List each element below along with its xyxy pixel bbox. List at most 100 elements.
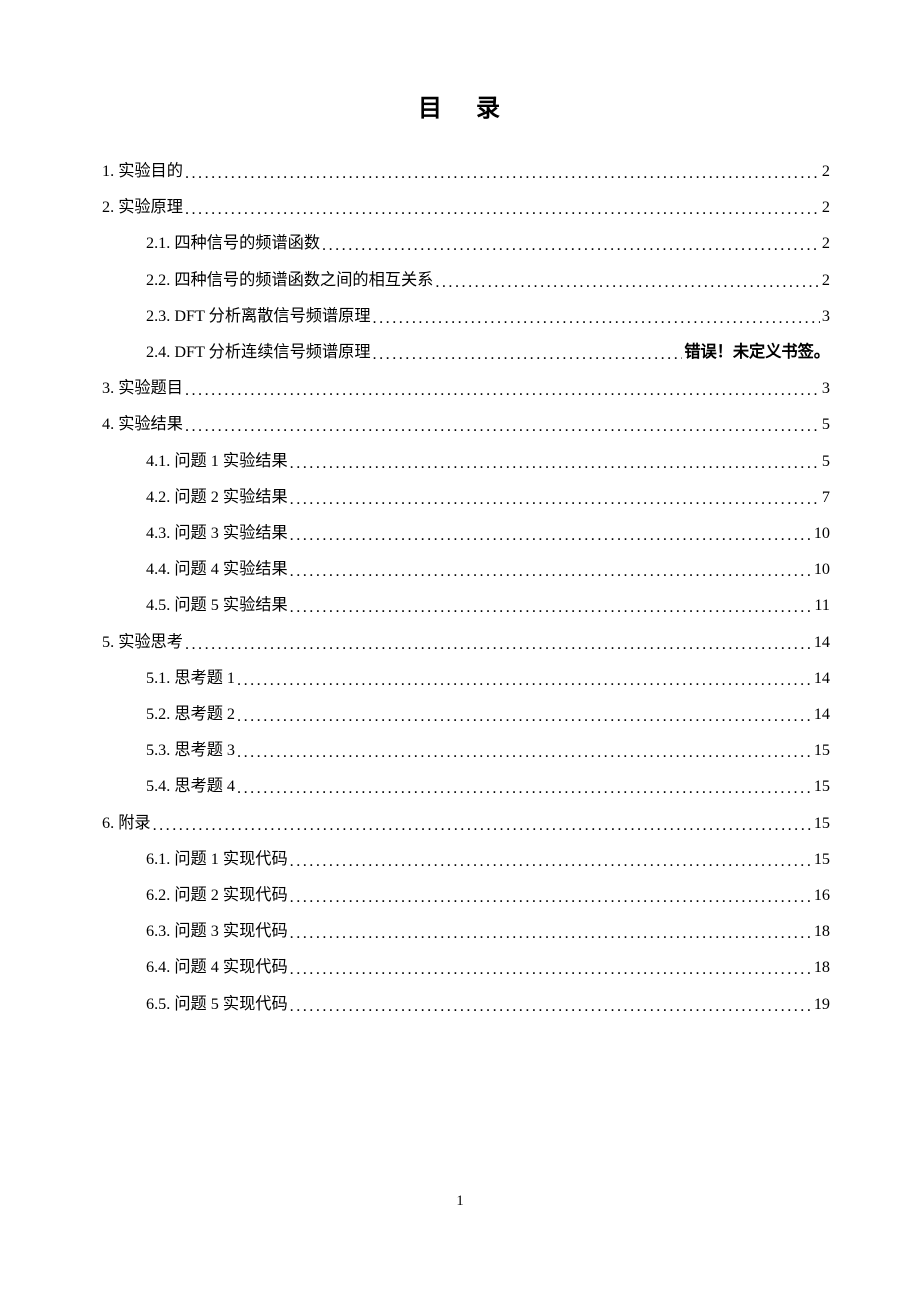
toc-entry[interactable]: 6.5. 问题 5 实现代码 19 — [102, 986, 830, 1022]
toc-error-bookmark: 错误！未定义书签。 — [684, 344, 830, 360]
toc-entry[interactable]: 4.3. 问题 3 实验结果 10 — [102, 515, 830, 551]
toc-entry[interactable]: 6.1. 问题 1 实现代码 15 — [102, 841, 830, 877]
toc-entry-label: 4. 实验结果 — [102, 416, 183, 432]
toc-entry-label: 6.2. 问题 2 实现代码 — [146, 887, 288, 903]
toc-entry-page: 2 — [822, 272, 830, 288]
toc-entry-page: 2 — [822, 199, 830, 215]
toc-entry[interactable]: 2.4. DFT 分析连续信号频谱原理 错误！未定义书签。 — [102, 334, 830, 370]
toc-entry[interactable]: 2.1. 四种信号的频谱函数 2 — [102, 225, 830, 261]
toc-entry-label: 6.4. 问题 4 实现代码 — [146, 959, 288, 975]
toc-leader-dots — [185, 165, 820, 181]
toc-entry-page: 3 — [822, 380, 830, 396]
toc-leader-dots — [290, 599, 813, 615]
toc-title: 目 录 — [102, 88, 830, 123]
toc-entry-label: 5.3. 思考题 3 — [146, 742, 235, 758]
toc-entry-page: 14 — [814, 670, 830, 686]
toc-leader-dots — [185, 418, 820, 434]
toc-entry-label: 4.3. 问题 3 实验结果 — [146, 525, 288, 541]
toc-leader-dots — [290, 998, 812, 1014]
toc-leader-dots — [237, 744, 812, 760]
toc-entry[interactable]: 5.3. 思考题 3 15 — [102, 732, 830, 768]
toc-entry-page: 15 — [814, 815, 830, 831]
toc-leader-dots — [290, 527, 812, 543]
toc-entry-page: 3 — [822, 308, 830, 324]
toc-entry-page: 18 — [814, 959, 830, 975]
toc-entry[interactable]: 4.4. 问题 4 实验结果 10 — [102, 551, 830, 587]
page-number: 1 — [0, 1193, 920, 1210]
toc-entry[interactable]: 5.4. 思考题 4 15 — [102, 768, 830, 804]
toc-leader-dots — [237, 672, 812, 688]
toc-entry-label: 4.4. 问题 4 实验结果 — [146, 561, 288, 577]
toc-entry-page: 19 — [814, 996, 830, 1012]
toc-entry-page: 16 — [814, 887, 830, 903]
toc-entry-page: 14 — [814, 706, 830, 722]
toc-entry-label: 1. 实验目的 — [102, 163, 183, 179]
toc-entry[interactable]: 5. 实验思考 14 — [102, 624, 830, 660]
toc-entry-page: 15 — [814, 778, 830, 794]
toc-entry-page: 11 — [814, 597, 830, 613]
toc-leader-dots — [290, 563, 812, 579]
toc-entry-label: 4.5. 问题 5 实验结果 — [146, 597, 288, 613]
toc-entry-label: 6.5. 问题 5 实现代码 — [146, 996, 288, 1012]
toc-entry-label: 4.2. 问题 2 实验结果 — [146, 489, 288, 505]
toc-entry[interactable]: 4.2. 问题 2 实验结果 7 — [102, 479, 830, 515]
toc-entry-label: 5.2. 思考题 2 — [146, 706, 235, 722]
toc-entry-label: 3. 实验题目 — [102, 380, 183, 396]
toc-leader-dots — [237, 780, 812, 796]
toc-leader-dots — [290, 491, 820, 507]
toc-entry-page: 2 — [822, 235, 830, 251]
toc-entry-page: 14 — [814, 634, 830, 650]
toc-entry-label: 6.1. 问题 1 实现代码 — [146, 851, 288, 867]
toc-entry-label: 4.1. 问题 1 实验结果 — [146, 453, 288, 469]
toc-entry-label: 2.4. DFT 分析连续信号频谱原理 — [146, 344, 371, 360]
toc-entry-page: 15 — [814, 742, 830, 758]
toc-entry-label: 5. 实验思考 — [102, 634, 183, 650]
toc-entry-page: 5 — [822, 416, 830, 432]
toc-entry-page: 2 — [822, 163, 830, 179]
toc-leader-dots — [185, 636, 812, 652]
toc-entry-page: 5 — [822, 453, 830, 469]
toc-entry-label: 2.1. 四种信号的频谱函数 — [146, 235, 320, 251]
toc-entry-page: 18 — [814, 923, 830, 939]
toc-entry-label: 6. 附录 — [102, 815, 151, 831]
toc-entry[interactable]: 4.5. 问题 5 实验结果 11 — [102, 587, 830, 623]
toc-entry-page: 10 — [814, 561, 830, 577]
toc-entry-label: 2.3. DFT 分析离散信号频谱原理 — [146, 308, 371, 324]
toc-entry[interactable]: 6.2. 问题 2 实现代码 16 — [102, 877, 830, 913]
toc-entry[interactable]: 6.4. 问题 4 实现代码 18 — [102, 949, 830, 985]
toc-entry[interactable]: 2.3. DFT 分析离散信号频谱原理 3 — [102, 298, 830, 334]
toc-leader-dots — [185, 201, 820, 217]
toc-entry-label: 2. 实验原理 — [102, 199, 183, 215]
toc-leader-dots — [290, 961, 812, 977]
toc-entry[interactable]: 2.2. 四种信号的频谱函数之间的相互关系 2 — [102, 262, 830, 298]
toc-leader-dots — [290, 925, 812, 941]
toc-entry[interactable]: 2. 实验原理 2 — [102, 189, 830, 225]
toc-leader-dots — [290, 853, 812, 869]
toc-leader-dots — [237, 708, 812, 724]
toc-entry-page: 7 — [822, 489, 830, 505]
toc-leader-dots — [322, 237, 820, 253]
toc-leader-dots — [290, 455, 820, 471]
toc-entry[interactable]: 1. 实验目的 2 — [102, 153, 830, 189]
toc-leader-dots — [373, 310, 820, 326]
document-page: 目 录 1. 实验目的22. 实验原理22.1. 四种信号的频谱函数22.2. … — [0, 0, 920, 1022]
toc-leader-dots — [185, 382, 820, 398]
table-of-contents: 1. 实验目的22. 实验原理22.1. 四种信号的频谱函数22.2. 四种信号… — [102, 153, 830, 1022]
toc-leader-dots — [435, 274, 820, 290]
toc-entry[interactable]: 5.1. 思考题 1 14 — [102, 660, 830, 696]
toc-entry-page: 15 — [814, 851, 830, 867]
toc-leader-dots — [373, 346, 683, 362]
toc-entry[interactable]: 6. 附录 15 — [102, 805, 830, 841]
toc-entry[interactable]: 6.3. 问题 3 实现代码 18 — [102, 913, 830, 949]
toc-entry-label: 2.2. 四种信号的频谱函数之间的相互关系 — [146, 272, 433, 288]
toc-leader-dots — [153, 817, 812, 833]
toc-entry-page: 10 — [814, 525, 830, 541]
toc-entry-label: 5.4. 思考题 4 — [146, 778, 235, 794]
toc-entry[interactable]: 4. 实验结果 5 — [102, 406, 830, 442]
toc-entry-label: 6.3. 问题 3 实现代码 — [146, 923, 288, 939]
toc-entry-label: 5.1. 思考题 1 — [146, 670, 235, 686]
toc-entry[interactable]: 3. 实验题目 3 — [102, 370, 830, 406]
toc-entry[interactable]: 5.2. 思考题 2 14 — [102, 696, 830, 732]
toc-leader-dots — [290, 889, 812, 905]
toc-entry[interactable]: 4.1. 问题 1 实验结果 5 — [102, 443, 830, 479]
